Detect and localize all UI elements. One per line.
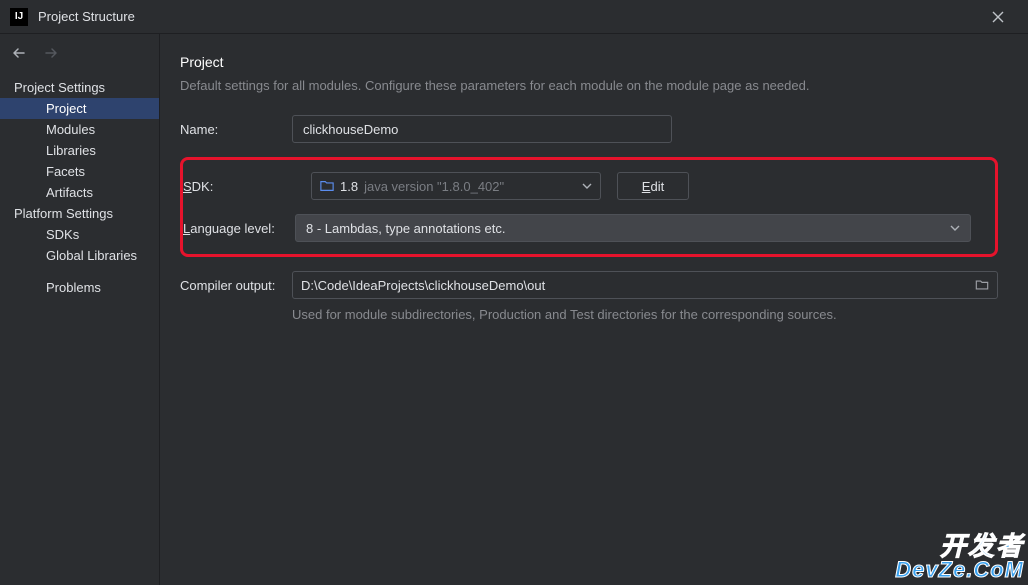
browse-folder-button[interactable] (975, 278, 989, 292)
titlebar: IJ Project Structure (0, 0, 1028, 34)
name-input[interactable] (292, 115, 672, 143)
sdk-select[interactable]: 1.8 java version "1.8.0_402" (311, 172, 601, 200)
language-level-value: 8 - Lambdas, type annotations etc. (306, 221, 505, 236)
name-row: Name: (180, 115, 998, 143)
arrow-right-icon (44, 46, 58, 60)
language-level-select[interactable]: 8 - Lambdas, type annotations etc. (295, 214, 971, 242)
language-level-label: Language level: (183, 221, 295, 236)
window-title: Project Structure (38, 9, 135, 24)
section-header-platform-settings: Platform Settings (0, 203, 159, 224)
folder-icon (975, 278, 989, 292)
page-subtitle: Default settings for all modules. Config… (180, 78, 998, 93)
compiler-output-input[interactable]: D:\Code\IdeaProjects\clickhouseDemo\out (292, 271, 998, 299)
chevron-down-icon (950, 221, 960, 236)
sidebar-item-global-libraries[interactable]: Global Libraries (0, 245, 159, 266)
nav-arrows (0, 40, 159, 77)
close-icon (992, 11, 1004, 23)
sidebar: Project Settings Project Modules Librari… (0, 34, 160, 585)
sidebar-item-artifacts[interactable]: Artifacts (0, 182, 159, 203)
sidebar-item-facets[interactable]: Facets (0, 161, 159, 182)
name-label: Name: (180, 122, 292, 137)
compiler-output-row: Compiler output: D:\Code\IdeaProjects\cl… (180, 271, 998, 299)
sdk-detail-text: java version "1.8.0_402" (364, 179, 504, 194)
sidebar-item-libraries[interactable]: Libraries (0, 140, 159, 161)
app-icon: IJ (10, 8, 28, 26)
sidebar-item-problems[interactable]: Problems (0, 266, 159, 298)
nav-forward-button (44, 46, 58, 63)
chevron-down-icon (582, 179, 592, 194)
jdk-folder-icon (320, 179, 334, 193)
nav-back-button[interactable] (12, 46, 26, 63)
arrow-left-icon (12, 46, 26, 60)
language-level-row: Language level: 8 - Lambdas, type annota… (183, 214, 971, 242)
compiler-output-label: Compiler output: (180, 278, 292, 293)
page-title: Project (180, 54, 998, 70)
main-panel: Project Default settings for all modules… (160, 34, 1028, 585)
edit-button[interactable]: Edit (617, 172, 689, 200)
sidebar-item-project[interactable]: Project (0, 98, 159, 119)
highlighted-section: SDK: 1.8 java version "1.8.0_402" Edit L… (180, 157, 998, 257)
section-header-project-settings: Project Settings (0, 77, 159, 98)
close-button[interactable] (978, 3, 1018, 31)
compiler-output-value: D:\Code\IdeaProjects\clickhouseDemo\out (301, 278, 975, 293)
sdk-label: SDK: (183, 179, 295, 194)
sidebar-item-sdks[interactable]: SDKs (0, 224, 159, 245)
sdk-row: SDK: 1.8 java version "1.8.0_402" Edit (183, 172, 971, 200)
compiler-helper-text: Used for module subdirectories, Producti… (292, 307, 998, 322)
sdk-version-text: 1.8 (340, 179, 358, 194)
sidebar-item-modules[interactable]: Modules (0, 119, 159, 140)
